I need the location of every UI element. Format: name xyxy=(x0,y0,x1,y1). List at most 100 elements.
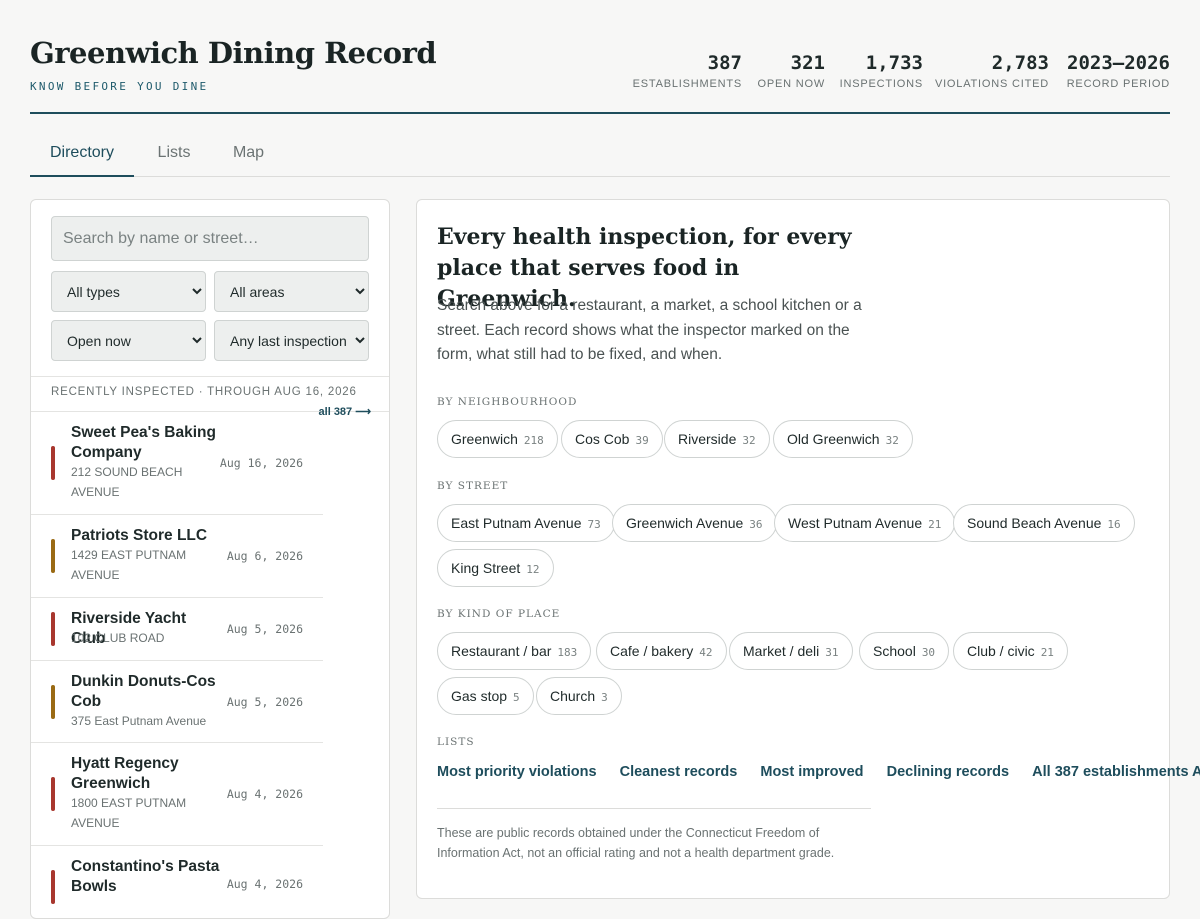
establishment-address: 102 CLUB ROAD xyxy=(71,631,165,645)
stat-value: 321 xyxy=(790,52,825,74)
chip-street[interactable]: Sound Beach Avenue 16 xyxy=(953,504,1135,542)
browse-panel: Every health inspection, for every place… xyxy=(416,199,1200,899)
lists-links: Most priority violations Cleanest record… xyxy=(437,761,1200,780)
list-link-declining[interactable]: Declining records xyxy=(887,764,1009,780)
establishment-address: 1800 EAST PUTNAM AVENUE xyxy=(71,796,187,830)
chip-street[interactable]: Greenwich Avenue 36 xyxy=(612,504,777,542)
recent-header: RECENTLY INSPECTED · THROUGH AUG 16, 202… xyxy=(31,376,389,418)
establishment-name: Patriots Store LLC xyxy=(71,527,208,544)
chip-street[interactable]: King Street 12 xyxy=(437,549,554,587)
chip-neighbourhood[interactable]: Cos Cob 39 xyxy=(561,420,663,458)
establishment-address: 1429 EAST PUTNAM AVENUE xyxy=(71,548,187,582)
inspection-date: Aug 4, 2026 xyxy=(226,877,303,891)
chip-count: 21 xyxy=(1040,646,1054,659)
stat-label: ESTABLISHMENTS xyxy=(632,78,742,90)
street-section-title: BY STREET xyxy=(437,480,509,492)
stat-inspections: 1,733 INSPECTIONS xyxy=(840,52,923,90)
search-input[interactable] xyxy=(51,216,369,261)
chip-label: Greenwich Avenue xyxy=(626,515,744,531)
inspection-date: Aug 5, 2026 xyxy=(226,695,303,709)
chip-label: Church xyxy=(550,688,596,704)
recent-title: RECENTLY INSPECTED · THROUGH AUG 16, 202… xyxy=(51,386,357,398)
all-establishments-link[interactable]: all 387 ⟶ xyxy=(319,405,371,418)
list-item[interactable]: Constantino's Pasta Bowls Aug 4, 2026 xyxy=(31,846,323,918)
site-header: Greenwich Dining Record KNOW BEFORE YOU … xyxy=(30,0,1170,114)
stat-value: 387 xyxy=(707,52,742,74)
chip-label: Restaurant / bar xyxy=(451,643,552,659)
chip-label: King Street xyxy=(451,560,521,576)
chip-label: Sound Beach Avenue xyxy=(967,515,1102,531)
chip-count: 12 xyxy=(526,563,540,576)
stat-open-now: 321 OPEN NOW xyxy=(757,52,825,90)
chip-neighbourhood[interactable]: Greenwich 218 xyxy=(437,420,558,458)
chip-label: Riverside xyxy=(678,431,737,447)
tab-map[interactable]: Map xyxy=(226,132,271,177)
establishment-name: Hyatt Regency Greenwich xyxy=(71,755,179,792)
chip-kind[interactable]: Cafe / bakery 42 xyxy=(596,632,727,670)
chip-label: Club / civic xyxy=(967,643,1035,659)
chip-label: Cafe / bakery xyxy=(610,643,694,659)
site-title[interactable]: Greenwich Dining Record xyxy=(30,36,437,70)
recent-list: Sweet Pea's Baking Company 212 SOUND BEA… xyxy=(31,412,323,918)
list-link-all-az[interactable]: All 387 establishments A–Z xyxy=(1032,764,1200,780)
list-item[interactable]: Dunkin Donuts-Cos Cob 375 East Putnam Av… xyxy=(31,661,323,743)
status-bar xyxy=(51,539,55,573)
inspection-date: Aug 6, 2026 xyxy=(226,549,303,563)
list-link-priority-violations[interactable]: Most priority violations xyxy=(437,764,597,780)
list-link-most-improved[interactable]: Most improved xyxy=(760,764,863,780)
stat-record-period: 2023–2026 RECORD PERIOD xyxy=(1067,52,1170,90)
area-filter-select[interactable]: All areas xyxy=(214,271,369,312)
list-item[interactable]: Riverside Yacht Club 102 CLUB ROAD Aug 5… xyxy=(31,598,323,661)
chip-street[interactable]: West Putnam Avenue 21 xyxy=(774,504,956,542)
chip-kind[interactable]: Club / civic 21 xyxy=(953,632,1068,670)
chip-kind[interactable]: Restaurant / bar 183 xyxy=(437,632,592,670)
chip-count: 42 xyxy=(699,646,713,659)
chip-kind[interactable]: Market / deli 31 xyxy=(729,632,853,670)
chip-kind[interactable]: Gas stop 5 xyxy=(437,677,534,715)
intro-text: Search above for a restaurant, a market,… xyxy=(437,297,862,363)
chip-count: 39 xyxy=(635,434,649,447)
tab-directory[interactable]: Directory xyxy=(30,132,134,177)
status-bar xyxy=(51,446,55,480)
chip-neighbourhood[interactable]: Riverside 32 xyxy=(664,420,770,458)
inspection-date: Aug 16, 2026 xyxy=(219,456,303,470)
chip-label: West Putnam Avenue xyxy=(788,515,923,531)
chip-kind[interactable]: School 30 xyxy=(859,632,950,670)
chip-label: Greenwich xyxy=(451,431,518,447)
chip-count: 3 xyxy=(601,691,608,704)
list-item[interactable]: Patriots Store LLC 1429 EAST PUTNAM AVEN… xyxy=(31,515,323,598)
page: Greenwich Dining Record KNOW BEFORE YOU … xyxy=(30,0,1200,919)
chip-label: School xyxy=(873,643,916,659)
status-filter-select[interactable]: Open now xyxy=(51,320,206,361)
type-filter-select[interactable]: All types xyxy=(51,271,206,312)
stat-violations: 2,783 VIOLATIONS CITED xyxy=(935,52,1049,90)
site-tagline: KNOW BEFORE YOU DINE xyxy=(30,80,209,93)
disclaimer-note: These are public records obtained under … xyxy=(437,826,835,860)
chip-count: 32 xyxy=(742,434,756,447)
list-item[interactable]: Hyatt Regency Greenwich 1800 EAST PUTNAM… xyxy=(31,743,323,846)
chip-kind[interactable]: Church 3 xyxy=(536,677,622,715)
chip-count: 183 xyxy=(557,646,578,659)
kind-section-title: BY KIND OF PLACE xyxy=(437,608,561,620)
chip-street[interactable]: East Putnam Avenue 73 xyxy=(437,504,615,542)
status-bar xyxy=(51,870,55,904)
chip-count: 16 xyxy=(1107,518,1121,531)
chip-label: Gas stop xyxy=(451,688,508,704)
divider xyxy=(437,808,871,809)
establishment-name: Constantino's Pasta Bowls xyxy=(71,858,220,895)
chip-neighbourhood[interactable]: Old Greenwich 32 xyxy=(773,420,913,458)
tab-lists[interactable]: Lists xyxy=(148,132,200,177)
chip-count: 73 xyxy=(587,518,601,531)
chip-label: East Putnam Avenue xyxy=(451,515,582,531)
inspection-date: Aug 5, 2026 xyxy=(226,622,303,636)
list-item[interactable]: Sweet Pea's Baking Company 212 SOUND BEA… xyxy=(31,412,323,515)
chip-count: 32 xyxy=(885,434,899,447)
last-inspection-filter-select[interactable]: Any last inspection xyxy=(214,320,369,361)
list-link-cleanest[interactable]: Cleanest records xyxy=(620,764,738,780)
stat-label: VIOLATIONS CITED xyxy=(934,78,1049,90)
stat-value: 2,783 xyxy=(991,52,1049,74)
main-tabs: Directory Lists Map xyxy=(30,132,1170,177)
stat-value: 1,733 xyxy=(865,52,923,74)
lists-section-title: LISTS xyxy=(437,736,475,748)
stat-label: RECORD PERIOD xyxy=(1066,78,1170,90)
